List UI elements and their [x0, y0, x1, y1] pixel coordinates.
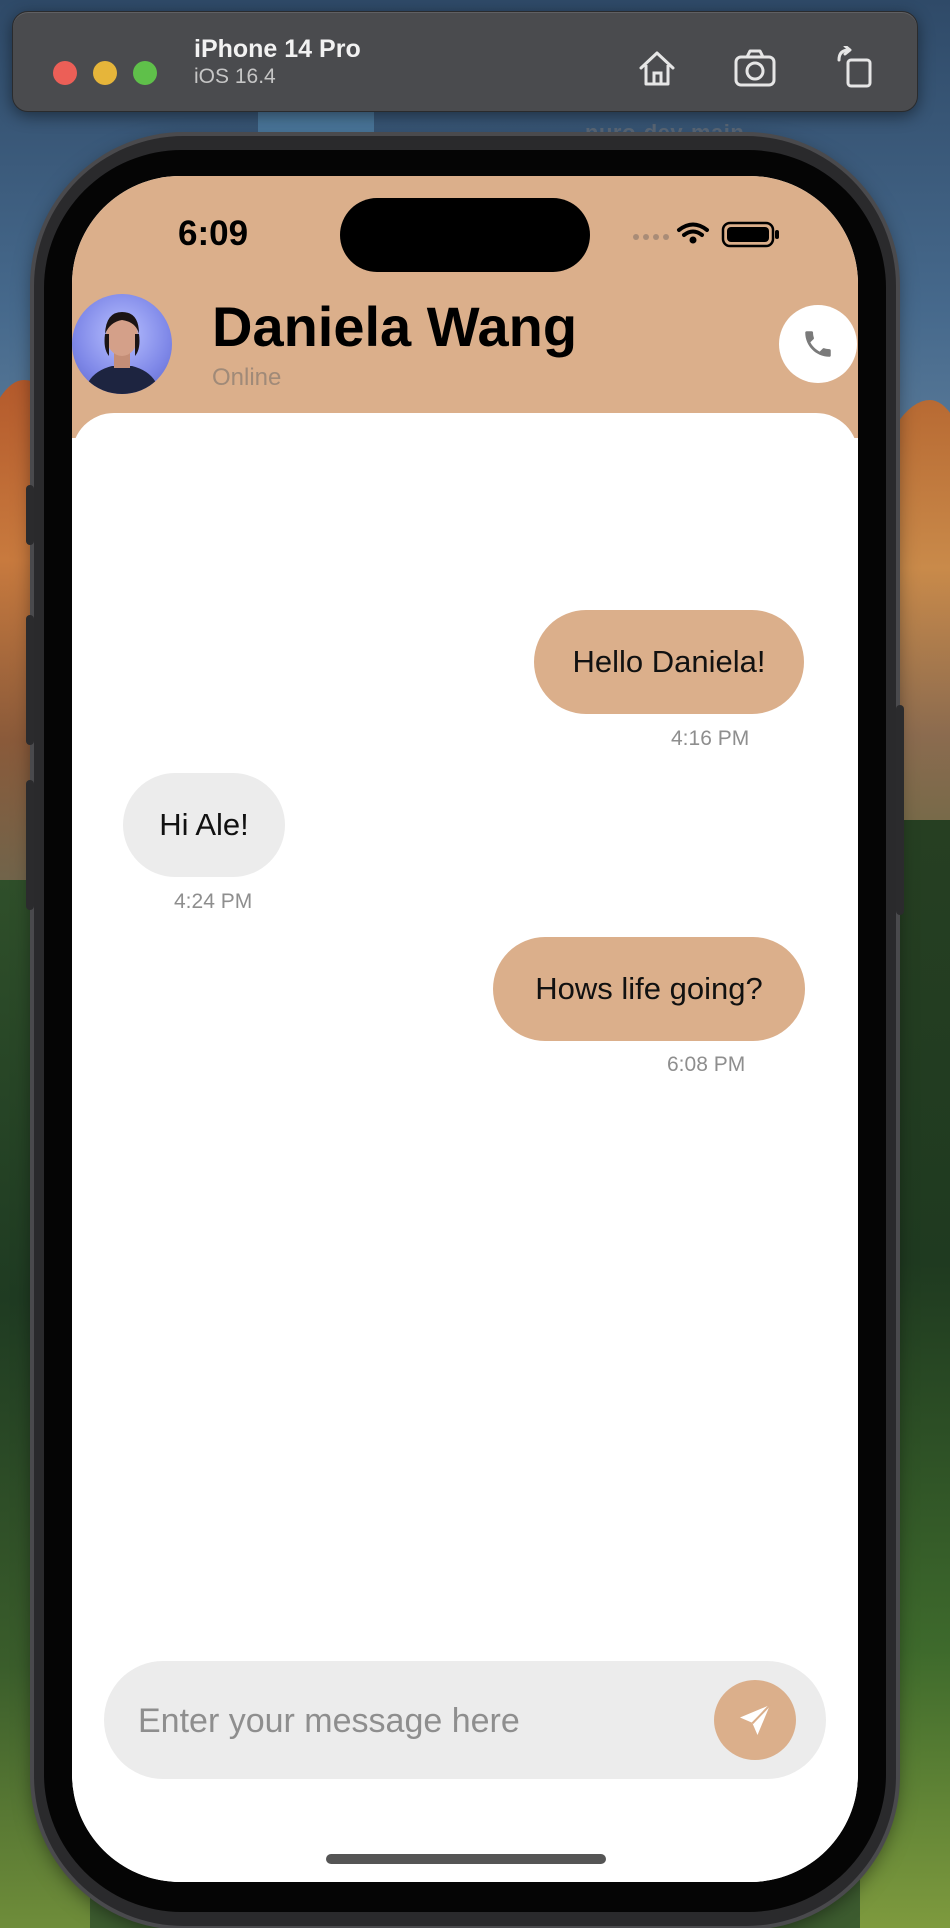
- message-input[interactable]: [136, 1661, 700, 1781]
- phone-icon: [805, 331, 831, 357]
- status-bar-icons: [633, 221, 779, 248]
- window-minimize-button[interactable]: [93, 61, 117, 85]
- phone-screen: 6:09 Daniela Wang Online Hello Daniela! …: [72, 176, 858, 1882]
- contact-name: Daniela Wang: [212, 295, 578, 358]
- battery-icon: [721, 221, 779, 248]
- message-bubble-incoming[interactable]: Hi Ale!: [123, 773, 285, 877]
- wifi-icon: [677, 222, 709, 237]
- presence-status: Online: [212, 364, 282, 391]
- dynamic-island: [340, 198, 590, 272]
- avatar-portrait: [84, 312, 160, 394]
- message-bubble-outgoing[interactable]: Hello Daniela!: [534, 610, 804, 714]
- mute-switch: [26, 485, 34, 545]
- call-button[interactable]: [779, 305, 857, 383]
- home-icon[interactable]: [635, 46, 679, 90]
- os-version: iOS 16.4: [194, 65, 276, 88]
- send-button[interactable]: [714, 1680, 796, 1760]
- message-text: Hows life going?: [535, 971, 763, 1006]
- device-name: iPhone 14 Pro: [194, 35, 361, 63]
- contact-avatar[interactable]: [72, 294, 172, 394]
- volume-down-button: [26, 780, 34, 910]
- home-indicator[interactable]: [326, 1854, 606, 1864]
- message-timestamp: 4:24 PM: [174, 890, 253, 913]
- message-text: Hello Daniela!: [572, 644, 766, 679]
- rotate-icon[interactable]: [833, 46, 877, 90]
- message-composer: [104, 1661, 826, 1781]
- message-bubble-outgoing[interactable]: Hows life going?: [493, 937, 805, 1041]
- chat-header: 6:09 Daniela Wang Online: [72, 176, 858, 438]
- send-icon: [740, 1704, 771, 1735]
- message-text: Hi Ale!: [159, 807, 249, 842]
- simulator-toolbar: iPhone 14 Pro iOS 16.4: [12, 11, 918, 112]
- window-close-button[interactable]: [53, 61, 77, 85]
- message-timestamp: 4:16 PM: [671, 727, 750, 750]
- power-button: [896, 705, 904, 915]
- screenshot-icon[interactable]: [733, 46, 777, 90]
- window-zoom-button[interactable]: [133, 61, 157, 85]
- signal-icon: [633, 234, 669, 240]
- status-bar-time: 6:09: [178, 214, 249, 253]
- volume-up-button: [26, 615, 34, 745]
- message-timestamp: 6:08 PM: [667, 1053, 746, 1076]
